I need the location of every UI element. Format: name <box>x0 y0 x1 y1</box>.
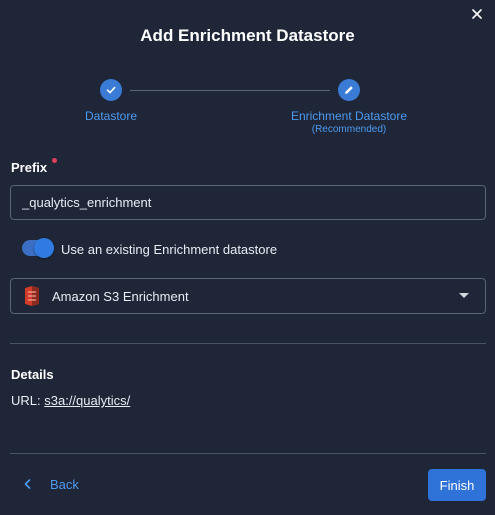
footer-divider <box>10 453 486 454</box>
prefix-label: Prefix <box>11 160 48 175</box>
step-datastore-indicator[interactable] <box>100 79 122 101</box>
dialog-title: Add Enrichment Datastore <box>140 26 355 45</box>
finish-button[interactable]: Finish <box>428 469 486 501</box>
pencil-icon <box>345 86 353 94</box>
step-enrichment-indicator[interactable] <box>338 79 360 101</box>
use-existing-toggle-label: Use an existing Enrichment datastore <box>61 242 278 257</box>
required-indicator <box>52 158 57 163</box>
amazon-s3-icon <box>25 286 39 306</box>
prefix-input[interactable] <box>10 185 486 220</box>
check-icon <box>106 86 116 94</box>
url-link[interactable]: s3a://qualytics/ <box>44 393 130 408</box>
close-button[interactable] <box>467 4 487 24</box>
details-url-row: URL: s3a://qualytics/ <box>11 393 130 408</box>
close-icon <box>472 9 482 19</box>
url-label: URL: <box>11 393 41 408</box>
chevron-down-icon <box>459 293 469 298</box>
chevron-left-icon <box>24 479 31 489</box>
stepper: Datastore Enrichment Datastore (Recommen… <box>0 78 495 148</box>
step-enrichment-sublabel: (Recommended) <box>311 124 387 135</box>
step-enrichment-label[interactable]: Enrichment Datastore <box>274 109 424 123</box>
stepper-connector <box>130 90 330 91</box>
step-datastore-label[interactable]: Datastore <box>61 109 161 123</box>
toggle-knob <box>34 238 54 258</box>
details-heading: Details <box>11 367 54 382</box>
back-button[interactable]: Back <box>22 474 79 494</box>
divider <box>10 343 486 344</box>
enrichment-datastore-select[interactable]: Amazon S3 Enrichment <box>10 278 486 314</box>
use-existing-toggle[interactable] <box>22 238 54 258</box>
back-label: Back <box>50 476 79 492</box>
select-value: Amazon S3 Enrichment <box>52 289 189 304</box>
